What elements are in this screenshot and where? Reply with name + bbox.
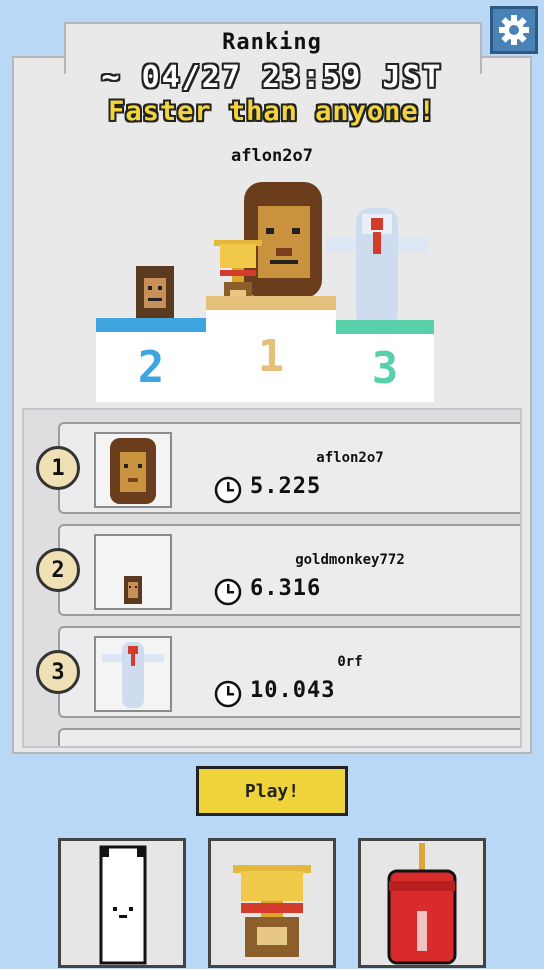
podium-third-label: 3 [371, 342, 399, 394]
podium-third: 3 [336, 320, 434, 402]
monkey-icon [124, 576, 142, 604]
angel-bottle-icon [326, 208, 428, 328]
podium-first: 1 [206, 296, 336, 402]
rank-medal: 3 [36, 650, 80, 694]
soda-can-icon [387, 843, 457, 965]
nav-cat-button[interactable] [58, 838, 186, 968]
podium-first-label: 1 [257, 330, 285, 382]
player-thumbnail [94, 432, 172, 508]
winner-name: aflon2o7 [231, 146, 313, 166]
ranking-row[interactable]: 1 aflon2o7 5.225 [36, 422, 520, 514]
ranking-row[interactable]: 3 0rf 10.043 [36, 626, 520, 718]
play-button[interactable]: Play! [196, 766, 348, 816]
cat-icon [99, 845, 147, 965]
ranking-list[interactable]: 1 aflon2o7 5.225 2 goldmonkey772 6.316 3… [22, 408, 522, 748]
nav-ranking-button[interactable] [208, 838, 336, 968]
podium-second-label: 2 [137, 341, 165, 393]
player-name: 0rf [337, 654, 363, 670]
ranking-subtitle: Faster than anyone! [108, 96, 436, 127]
ranking-row-partial[interactable] [58, 728, 520, 746]
player-time: 10.043 [250, 678, 336, 703]
player-name: goldmonkey772 [295, 552, 405, 568]
player-thumbnail [94, 534, 172, 610]
player-time: 5.225 [250, 474, 322, 499]
monkey-icon [136, 266, 174, 322]
player-thumbnail [94, 636, 172, 712]
clock-icon [214, 680, 242, 708]
podium-second: 2 [96, 318, 206, 402]
ranking-row[interactable]: 2 goldmonkey772 6.316 [36, 524, 520, 616]
clock-icon [214, 578, 242, 606]
lion-icon [110, 438, 156, 504]
rank-medal: 1 [36, 446, 80, 490]
player-name: aflon2o7 [316, 450, 384, 466]
rank-medal: 2 [36, 548, 80, 592]
clock-icon [214, 476, 242, 504]
player-time: 6.316 [250, 576, 322, 601]
page-title: Ranking [222, 30, 322, 55]
deadline-text: ~ 04/27 23:59 JST [101, 60, 443, 95]
trophy-icon [233, 865, 311, 957]
nav-soda-button[interactable] [358, 838, 486, 968]
angel-bottle-icon [102, 642, 164, 708]
